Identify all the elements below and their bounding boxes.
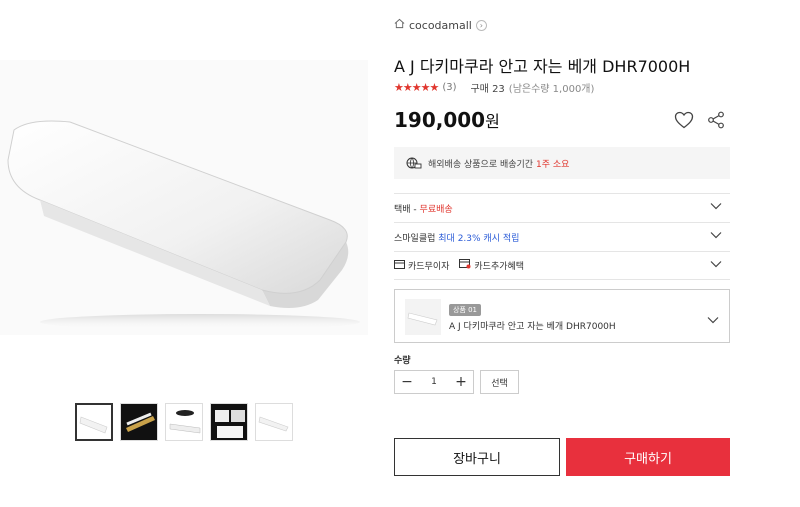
store-name: cocodamall [409,18,472,32]
select-button[interactable]: 선택 [480,370,519,394]
shipping-text: 해외배송 상품으로 배송기간 [428,159,534,170]
product-title: A J 다키마쿠라 안고 자는 베개 DHR7000H [394,57,691,76]
smile-club-row[interactable]: 스마일클럽 최대 2.3% 캐시 적립 [394,222,730,251]
card-benefit-icon [459,259,471,272]
chevron-down-icon [707,309,719,328]
product-price: 190,000원 [394,108,500,132]
quantity-label: 수량 [394,356,411,366]
thumbnail-3[interactable] [165,403,203,441]
rating-row: ★★★★★ (3) 구매 23 (남은수량 1,000개) [394,80,594,95]
quantity-plus-button[interactable]: + [449,371,473,393]
delivery-option-row[interactable]: 택배 - 무료배송 [394,193,730,222]
quantity-minus-button[interactable]: − [395,371,419,393]
chevron-down-icon [710,202,722,213]
card-interest-label: 카드무이자 [408,262,450,272]
review-count[interactable]: (3) [442,82,456,93]
thumbnail-1[interactable] [75,403,113,441]
store-link[interactable]: cocodamall › [394,18,487,32]
heart-icon[interactable] [674,110,694,130]
chevron-down-icon [710,231,722,242]
star-rating[interactable]: ★★★★★ [394,81,439,94]
card-icon [394,259,405,272]
option-thumbnail [405,299,441,335]
option-name: A J 다키마쿠라 안고 자는 베개 DHR7000H [449,322,616,332]
card-interest: 카드무이자 [394,259,449,272]
thumbnail-4[interactable] [210,403,248,441]
chevron-right-icon: › [475,19,487,31]
thumbnail-strip [75,403,293,441]
main-product-image [0,60,368,335]
quantity-value[interactable]: 1 [419,377,449,387]
chevron-down-icon [710,260,722,271]
add-to-cart-button[interactable]: 장바구니 [394,438,560,476]
card-benefit-label: 카드추가혜택 [474,262,525,272]
thumbnail-5[interactable] [255,403,293,441]
global-shipping-icon [406,156,422,170]
card-benefit-row[interactable]: 카드무이자 카드추가혜택 [394,251,730,280]
smile-label: 스마일클럽 [394,233,436,244]
quantity-stepper: − 1 + [394,370,474,394]
card-benefit: 카드추가혜택 [459,259,524,272]
share-icon[interactable] [706,110,726,130]
price-value: 190,000 [394,108,486,132]
delivery-label: 택배 - [394,204,417,215]
buy-now-button[interactable]: 구매하기 [566,438,730,476]
price-unit: 원 [485,112,500,131]
delivery-value: 무료배송 [419,204,453,215]
home-icon [394,18,405,32]
purchase-count: 구매 23 [470,84,505,95]
option-selector[interactable]: 상품 01 A J 다키마쿠라 안고 자는 베개 DHR7000H [394,289,730,343]
smile-value: 최대 2.3% 캐시 적립 [438,233,520,244]
stock-remaining: (남은수량 1,000개) [508,84,595,95]
thumbnail-2[interactable] [120,403,158,441]
shipping-duration: 1주 소요 [535,159,570,170]
shipping-notice: 해외배송 상품으로 배송기간 1주 소요 [394,147,730,179]
option-badge: 상품 01 [449,304,482,316]
